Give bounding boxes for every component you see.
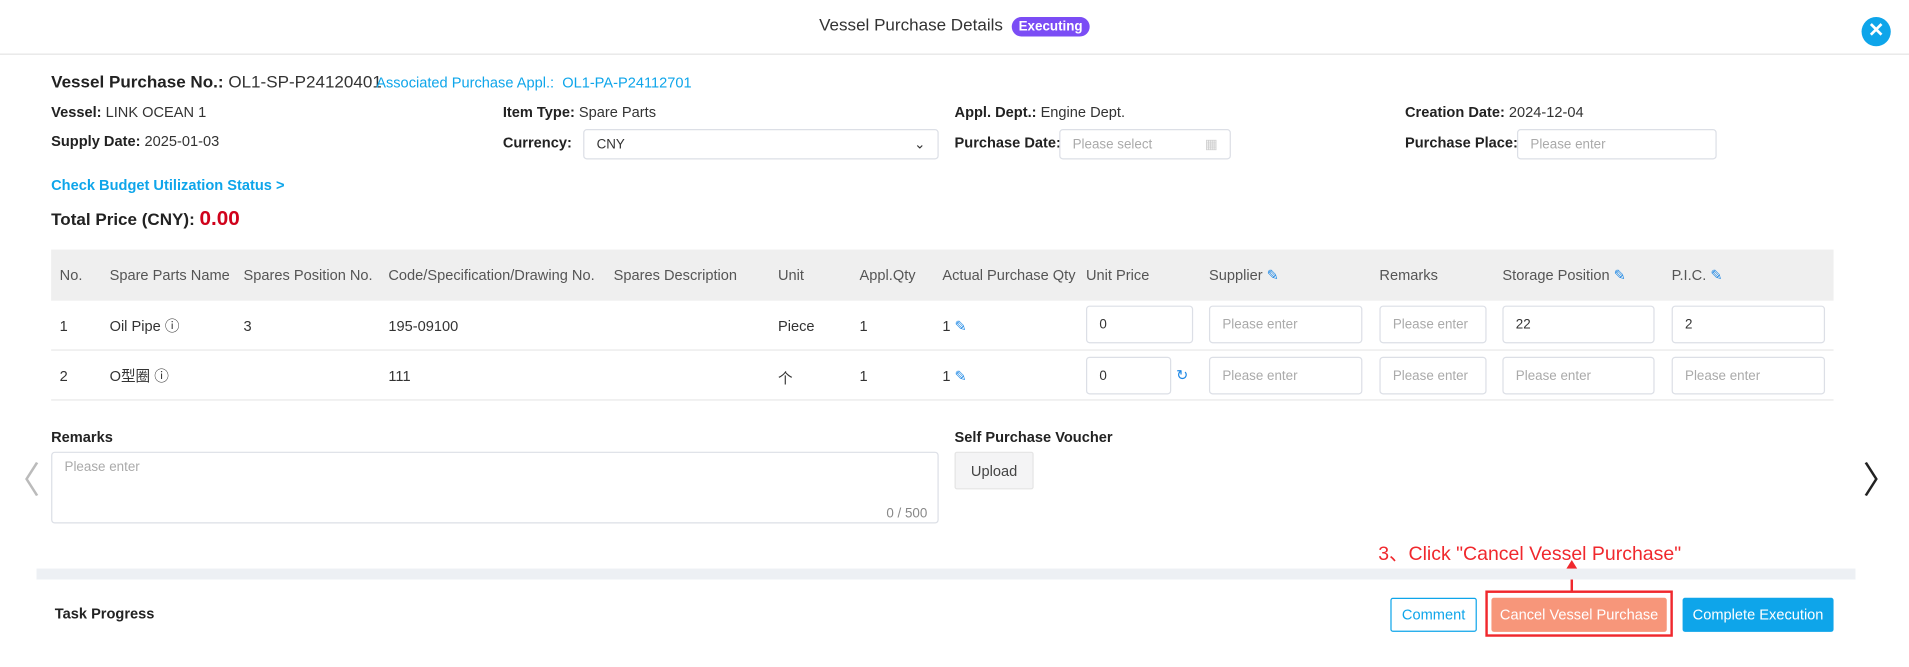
annotation-text: 3、Click "Cancel Vessel Purchase" <box>1378 544 1682 565</box>
row2-supplier-input[interactable]: Please enter <box>1208 356 1363 395</box>
col-appl-qty: Appl.Qty <box>859 266 916 284</box>
row-divider <box>51 399 1834 401</box>
section-divider <box>36 568 1856 580</box>
col-remarks: Remarks <box>1379 266 1438 284</box>
col-supplier[interactable]: Supplier ✎ <box>1209 267 1279 284</box>
reset-icon[interactable]: ↻ <box>1176 366 1188 383</box>
row1-appl-qty: 1 <box>859 317 868 335</box>
cancel-vessel-purchase-button[interactable]: Cancel Vessel Purchase <box>1491 597 1667 632</box>
col-unit-price: Unit Price <box>1086 266 1150 284</box>
item-type-field: Item Type: Spare Parts <box>502 103 657 121</box>
remarks-textarea[interactable]: Please enter <box>51 451 939 524</box>
info-icon[interactable]: ⓘ <box>154 368 169 385</box>
upload-button[interactable]: Upload <box>954 451 1034 490</box>
purchase-date-label: Purchase Date: <box>954 133 1061 151</box>
associated-appl-link[interactable]: Associated Purchase Appl.: OL1-PA-P24112… <box>376 74 691 91</box>
row2-appl-qty: 1 <box>859 367 868 385</box>
purchase-date-input[interactable]: Please select ▦ <box>1059 129 1231 160</box>
edit-icon[interactable]: ✎ <box>1614 267 1626 284</box>
row1-pic-input[interactable]: 2 <box>1671 305 1826 344</box>
row2-storage-input[interactable]: Please enter <box>1502 356 1655 395</box>
row1-storage-input[interactable]: 22 <box>1502 305 1655 344</box>
row2-remarks-input[interactable]: Please enter <box>1379 356 1487 395</box>
complete-execution-button[interactable]: Complete Execution <box>1682 597 1834 632</box>
voucher-label: Self Purchase Voucher <box>954 428 1113 446</box>
row1-position: 3 <box>243 317 252 335</box>
task-progress-label: Task Progress <box>54 605 155 623</box>
currency-label: Currency: <box>502 133 572 151</box>
close-icon[interactable]: ✕ <box>1861 17 1891 47</box>
row2-name: O型圈 ⓘ <box>109 367 169 385</box>
col-storage[interactable]: Storage Position ✎ <box>1502 267 1626 284</box>
row-divider <box>51 349 1834 351</box>
edit-icon[interactable]: ✎ <box>1710 267 1722 284</box>
row2-actual-qty: 1 ✎ <box>942 367 967 385</box>
row2-unit-price-input[interactable]: 0 <box>1086 356 1172 395</box>
col-no: No. <box>59 266 83 284</box>
col-unit: Unit <box>777 266 804 284</box>
row1-unit: Piece <box>777 317 815 335</box>
dept-field: Appl. Dept.: Engine Dept. <box>954 103 1126 121</box>
next-arrow-icon[interactable]: 〉 <box>1863 450 1900 504</box>
remarks-label: Remarks <box>51 428 113 446</box>
purchase-place-input[interactable]: Please enter <box>1517 129 1717 160</box>
dialog-title: Vessel Purchase Details Executing <box>0 15 1909 37</box>
col-name: Spare Parts Name <box>109 266 230 284</box>
comment-button[interactable]: Comment <box>1390 597 1477 632</box>
total-price: Total Price (CNY): 0.00 <box>51 206 240 231</box>
purchase-place-label: Purchase Place: <box>1404 133 1518 151</box>
row1-supplier-input[interactable]: Please enter <box>1208 305 1363 344</box>
currency-select[interactable]: CNY ⌄ <box>583 129 939 160</box>
row1-no: 1 <box>59 317 68 335</box>
col-position: Spares Position No. <box>243 266 373 284</box>
col-actual-qty: Actual Purchase Qty <box>942 266 1076 284</box>
row1-name: Oil Pipe ⓘ <box>109 317 180 335</box>
budget-status-link[interactable]: Check Budget Utilization Status > <box>51 177 284 194</box>
row1-actual-qty: 1 ✎ <box>942 317 967 335</box>
supply-date-field: Supply Date: 2025-01-03 <box>51 132 220 150</box>
col-pic[interactable]: P.I.C. ✎ <box>1672 267 1723 284</box>
creation-date-field: Creation Date: 2024-12-04 <box>1404 103 1584 121</box>
col-desc: Spares Description <box>613 266 738 284</box>
chevron-down-icon: ⌄ <box>914 137 926 153</box>
row2-no: 2 <box>59 367 68 385</box>
row2-unit: 个 <box>777 370 793 388</box>
vessel-field: Vessel: LINK OCEAN 1 <box>51 103 207 121</box>
edit-icon[interactable]: ✎ <box>1267 267 1279 284</box>
remarks-counter: 0 / 500 <box>886 506 928 522</box>
row1-unit-price-input[interactable]: 0 <box>1086 305 1194 344</box>
edit-icon[interactable]: ✎ <box>955 368 967 385</box>
purchase-no: Vessel Purchase No.: OL1-SP-P24120401 <box>51 71 382 92</box>
row2-code: 111 <box>388 367 411 385</box>
row1-code: 195-09100 <box>388 317 459 335</box>
info-icon[interactable]: ⓘ <box>165 318 180 335</box>
status-badge: Executing <box>1011 17 1090 37</box>
col-code: Code/Specification/Drawing No. <box>388 266 595 284</box>
prev-arrow-icon[interactable]: 〈 <box>4 450 41 504</box>
row2-pic-input[interactable]: Please enter <box>1671 356 1826 395</box>
calendar-icon: ▦ <box>1204 137 1218 153</box>
row1-remarks-input[interactable]: Please enter <box>1379 305 1487 344</box>
edit-icon[interactable]: ✎ <box>955 318 967 335</box>
